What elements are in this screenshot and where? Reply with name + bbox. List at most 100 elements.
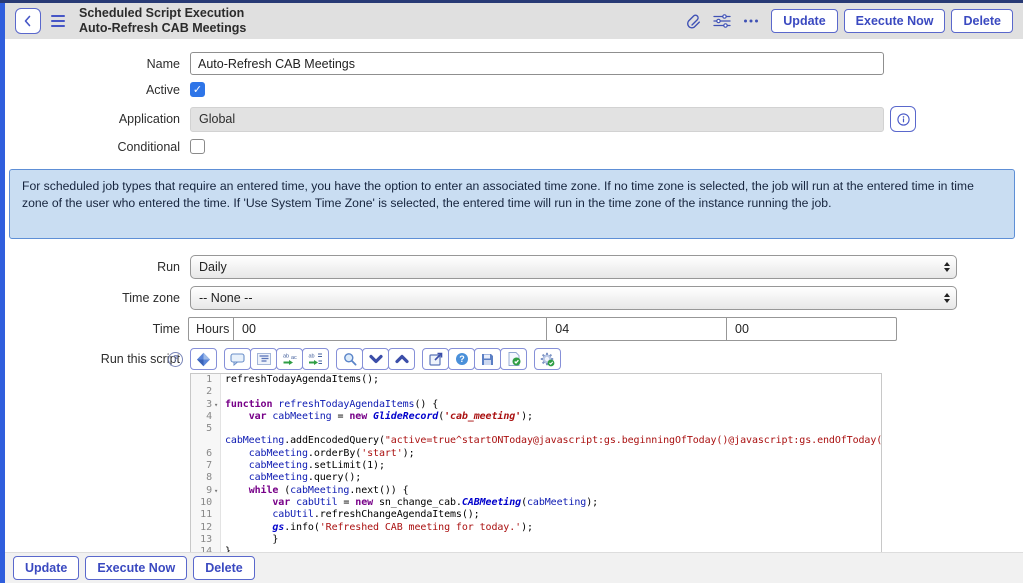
validate-button[interactable] <box>500 348 527 370</box>
name-row: Name <box>5 52 1023 75</box>
script-help-icon[interactable]: ? <box>168 352 183 367</box>
code-line: 9▾ while (cabMeeting.next()) { <box>191 485 881 497</box>
time-field: Hours <box>188 317 897 341</box>
editor-toolbar: ? <box>168 348 882 370</box>
search-icon <box>343 352 357 366</box>
time-seconds-input[interactable] <box>726 318 896 340</box>
execute-now-button-footer[interactable]: Execute Now <box>85 556 187 580</box>
replace-button[interactable]: ab ac <box>276 348 303 370</box>
code-text: while (cabMeeting.next()) { <box>221 485 409 497</box>
replace-all-icon: ab <box>308 352 323 366</box>
time-hours-input[interactable] <box>234 318 546 340</box>
code-fold-toggle[interactable]: ▾ <box>212 399 220 411</box>
update-button[interactable]: Update <box>771 9 837 33</box>
code-text <box>221 423 231 435</box>
code-text: cabMeeting.orderBy('start'); <box>221 448 415 460</box>
find-next-button[interactable] <box>362 348 389 370</box>
format-code-button[interactable] <box>250 348 277 370</box>
code-line: 12 gs.info('Refreshed CAB meeting for to… <box>191 522 881 534</box>
application-label: Application <box>5 112 190 126</box>
line-number-gutter: 13 <box>191 534 221 546</box>
code-line: 10 var cabUtil = new sn_change_cab.CABMe… <box>191 497 881 509</box>
attachment-icon[interactable] <box>684 13 701 30</box>
code-text: refreshTodayAgendaItems(); <box>221 374 379 386</box>
toolbar-group-syntax <box>190 348 217 370</box>
replace-all-button[interactable]: ab <box>302 348 329 370</box>
code-line: 8 cabMeeting.query(); <box>191 472 881 484</box>
line-number-gutter: 1 <box>191 374 221 386</box>
footer-buttons: Update Execute Now Delete <box>13 556 255 580</box>
pop-out-icon <box>429 352 443 366</box>
page-title: Scheduled Script Execution Auto-Refresh … <box>79 6 246 36</box>
update-button-footer[interactable]: Update <box>13 556 79 580</box>
code-editor[interactable]: 1refreshTodayAgendaItems();2 3▾function … <box>190 373 882 559</box>
svg-text:ab: ab <box>283 354 289 360</box>
timezone-select[interactable]: -- None -- <box>190 286 957 310</box>
active-row: Active <box>5 82 1023 97</box>
timezone-label: Time zone <box>5 291 190 305</box>
code-line: 6 cabMeeting.orderBy('start'); <box>191 448 881 460</box>
svg-text:ac: ac <box>291 355 297 361</box>
code-text: cabMeeting.query(); <box>221 472 361 484</box>
line-number-gutter: 6 <box>191 448 221 460</box>
run-select[interactable]: Daily <box>190 255 957 279</box>
script-debugger-icon <box>540 352 555 367</box>
record-type: Scheduled Script Execution <box>79 6 246 21</box>
page: Scheduled Script Execution Auto-Refresh … <box>5 3 1023 583</box>
more-options-icon[interactable] <box>743 18 759 24</box>
time-minutes-input[interactable] <box>546 318 726 340</box>
code-text: cabMeeting.addEncodedQuery("active=true^… <box>221 435 882 447</box>
editor-help-icon: ? <box>455 352 469 366</box>
toolbar-group-search <box>336 348 415 370</box>
comment-button[interactable] <box>224 348 251 370</box>
pop-out-button[interactable] <box>422 348 449 370</box>
name-label: Name <box>5 57 190 71</box>
code-text <box>221 386 231 398</box>
run-row: Run Daily <box>5 255 1023 279</box>
time-label: Time <box>5 322 190 336</box>
line-number-gutter: 10 <box>191 497 221 509</box>
code-text: cabUtil.refreshChangeAgendaItems(); <box>221 509 480 521</box>
search-button[interactable] <box>336 348 363 370</box>
run-select-value: Daily <box>199 260 944 274</box>
code-lines: 1refreshTodayAgendaItems();2 3▾function … <box>191 374 881 558</box>
validate-icon <box>507 352 521 366</box>
code-text: var cabMeeting = new GlideRecord('cab_me… <box>221 411 533 423</box>
line-number-gutter: 4 <box>191 411 221 423</box>
code-line: 1refreshTodayAgendaItems(); <box>191 374 881 386</box>
timezone-info-message: For scheduled job types that require an … <box>9 169 1015 239</box>
code-line: 7 cabMeeting.setLimit(1); <box>191 460 881 472</box>
application-info-button[interactable] <box>890 106 916 132</box>
syntax-editor-toggle-button[interactable] <box>190 348 217 370</box>
code-line: 3▾function refreshTodayAgendaItems() { <box>191 399 881 411</box>
code-text: function refreshTodayAgendaItems() { <box>221 399 438 411</box>
find-previous-button[interactable] <box>388 348 415 370</box>
line-number-gutter: 2 <box>191 386 221 398</box>
save-button-editor[interactable] <box>474 348 501 370</box>
back-button[interactable] <box>15 8 41 34</box>
line-number-gutter: 12 <box>191 522 221 534</box>
application-field: Global <box>190 107 884 132</box>
info-icon <box>897 113 910 126</box>
application-row: Application Global <box>5 106 1023 132</box>
name-input[interactable] <box>190 52 884 75</box>
header-actions: Update Execute Now Delete <box>684 9 1013 33</box>
code-line: 5 <box>191 423 881 435</box>
conditional-checkbox[interactable] <box>190 139 205 154</box>
execute-now-button[interactable]: Execute Now <box>844 9 946 33</box>
menu-icon[interactable] <box>51 15 65 27</box>
code-fold-toggle[interactable]: ▾ <box>212 485 220 497</box>
back-icon <box>22 15 34 27</box>
active-checkbox[interactable] <box>190 82 205 97</box>
line-number-gutter <box>191 435 221 447</box>
script-debugger-button[interactable] <box>534 348 561 370</box>
personalize-icon[interactable] <box>713 13 731 29</box>
run-label: Run <box>5 260 190 274</box>
replace-icon: ab ac <box>282 352 297 366</box>
delete-button-footer[interactable]: Delete <box>193 556 255 580</box>
editor-help-button[interactable]: ? <box>448 348 475 370</box>
delete-button[interactable]: Delete <box>951 9 1013 33</box>
code-text: } <box>221 534 278 546</box>
toolbar-group-edit: ab ac ab <box>224 348 329 370</box>
form-header: Scheduled Script Execution Auto-Refresh … <box>5 3 1023 39</box>
